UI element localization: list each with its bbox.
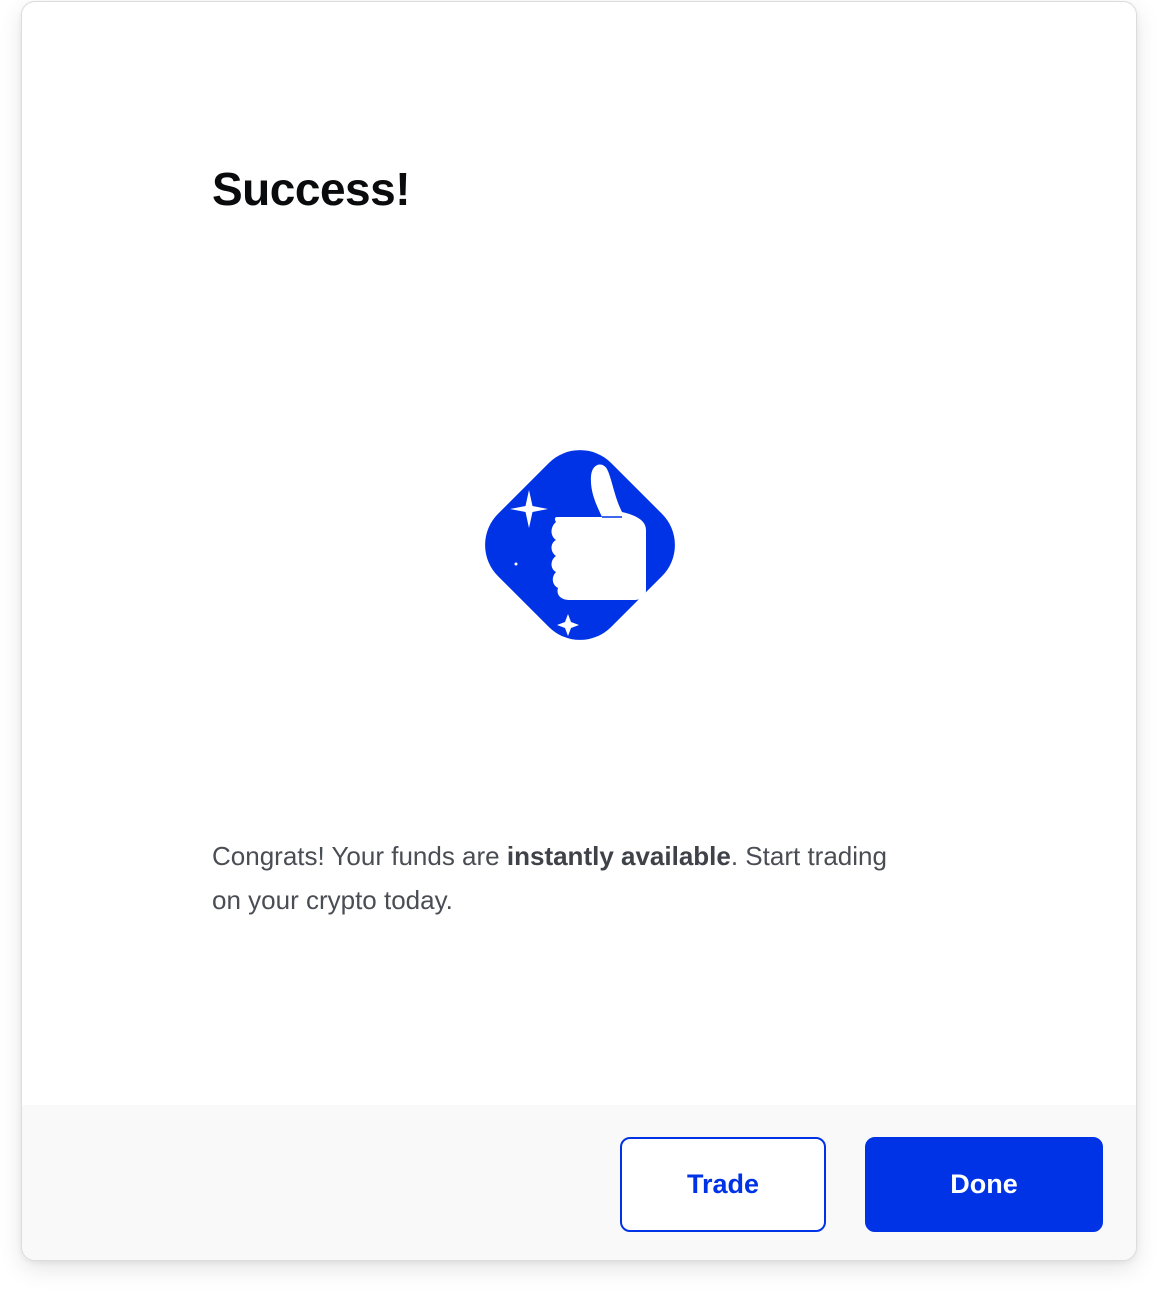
success-dialog: Success! Congrats! Your funds are instan… — [21, 1, 1137, 1261]
dialog-title: Success! — [212, 163, 411, 215]
message-highlight: instantly available — [506, 841, 731, 871]
thumbs-up-icon — [485, 434, 701, 640]
message-text: Congrats! Your funds are — [212, 841, 507, 871]
done-button[interactable]: Done — [865, 1137, 1103, 1232]
success-message: Congrats! Your funds are instantly avail… — [212, 834, 912, 922]
thumbs-up-illustration — [452, 414, 708, 676]
trade-button[interactable]: Trade — [620, 1137, 826, 1232]
dialog-footer: Trade Done — [22, 1105, 1136, 1260]
